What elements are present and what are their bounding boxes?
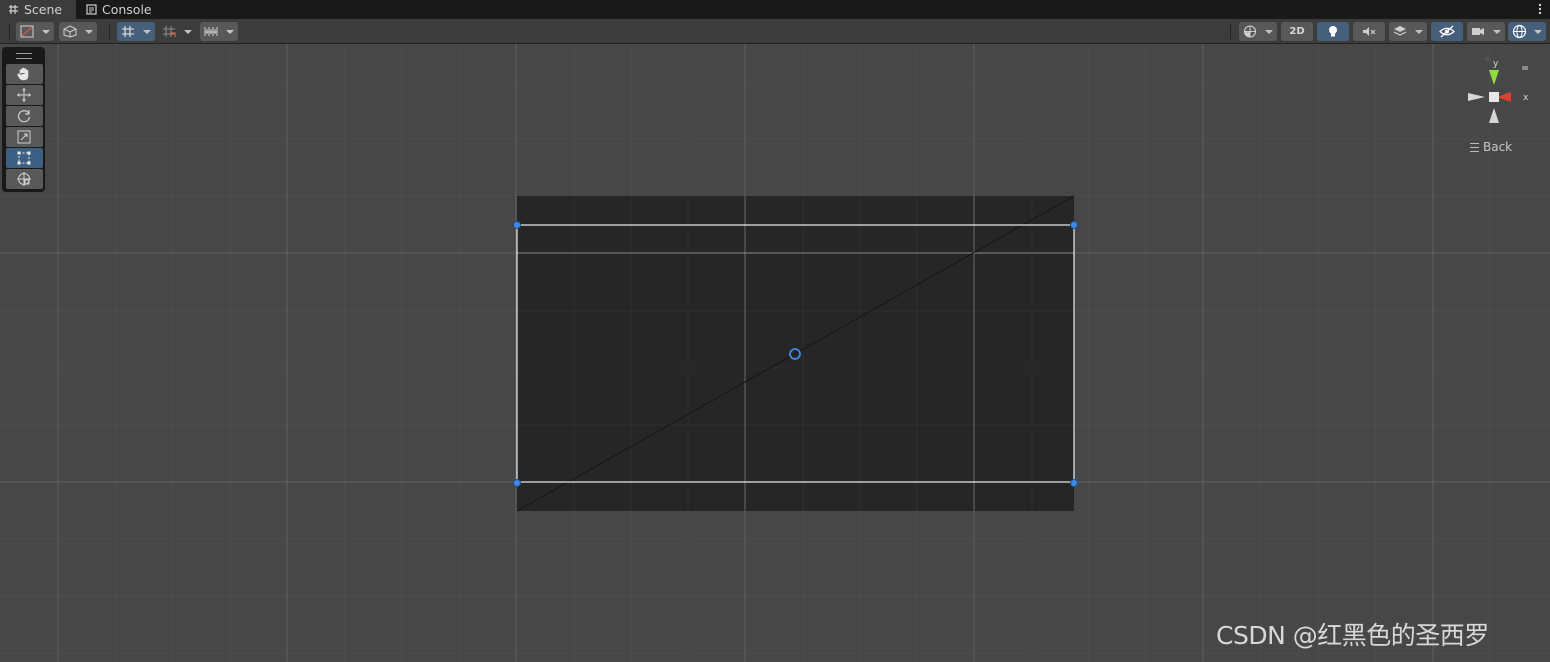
move-tool-button[interactable] [6,85,43,105]
scene-visibility-button[interactable] [1431,22,1463,41]
tab-console-label: Console [102,2,152,17]
rotate-icon [17,110,31,123]
gizmo-x-axis[interactable] [1497,92,1511,102]
toolbar-separator [109,24,110,39]
menu-lines-icon [1470,142,1479,152]
watermark: CSDN @红黑色的圣西罗 [1216,621,1489,650]
gizmo-neg-y-axis[interactable] [1489,108,1499,123]
rect-tool-button[interactable] [6,148,43,168]
transform-tool-button[interactable] [6,169,43,189]
move-arrows-icon [17,88,31,102]
grid-icon [9,5,18,14]
tab-console[interactable]: Console [84,0,152,19]
increment-snap-icon [163,26,176,37]
hidden-eye-icon [1439,25,1455,38]
effects-layers-icon [1393,26,1407,36]
lighting-toggle-button[interactable] [1317,22,1349,41]
cube-icon [63,25,77,38]
increment-snap-button[interactable] [158,22,196,41]
orientation-gizmo[interactable]: y x [1462,56,1534,128]
gizmos-button[interactable] [1508,22,1546,41]
shading-sphere-icon [1243,25,1257,38]
gizmo-y-axis[interactable] [1489,70,1499,85]
toolbar-separator [1230,24,1231,39]
gizmo-grip [1485,57,1489,61]
scale-tool-button[interactable] [6,127,43,147]
rect-handle-bottom-right[interactable] [1070,479,1078,487]
scene-canvas [0,44,1550,662]
audio-toggle-button[interactable] [1353,22,1385,41]
ruler-icon [204,27,218,36]
rect-transform-icon [17,151,31,165]
lightbulb-icon [1329,26,1337,37]
render-mode-button[interactable] [59,22,97,41]
grid-snap-button[interactable] [117,22,155,41]
gizmo-view-label[interactable]: Back [1470,140,1512,154]
tab-scene-label: Scene [24,2,63,17]
gizmo-y-label: y [1493,59,1499,69]
rect-handle-bottom-left[interactable] [513,479,521,487]
audio-mute-icon [1363,27,1376,36]
camera-button[interactable] [1467,22,1505,41]
gizmo-view-text: Back [1483,140,1513,154]
scale-icon [17,130,31,144]
gizmo-lock-icon[interactable] [1522,66,1528,70]
hand-icon [17,67,29,81]
gizmo-neg-x-axis[interactable] [1468,93,1485,101]
camera-icon [1472,28,1484,35]
transform-icon [17,172,31,186]
scene-toolbar: 2D [0,19,1550,44]
tab-scene[interactable]: Scene [0,0,76,19]
rect-handle-top-right[interactable] [1070,221,1078,229]
toggle-2d-label: 2D [1289,26,1305,37]
rotate-tool-button[interactable] [6,106,43,126]
draw-mode-icon [20,25,34,38]
more-options-icon[interactable] [1538,2,1542,16]
effects-button[interactable] [1389,22,1427,41]
ruler-button[interactable] [200,22,238,41]
gizmo-center-cube[interactable] [1489,92,1499,102]
toolbar-separator [9,24,10,39]
scene-viewport[interactable] [0,44,1550,662]
draw-mode-button[interactable] [16,22,54,41]
shading-button[interactable] [1239,22,1277,41]
palette-grip[interactable] [16,53,32,59]
console-icon [86,4,97,15]
hand-tool-button[interactable] [6,64,43,84]
toggle-2d-button[interactable]: 2D [1281,22,1313,41]
rect-handle-top-left[interactable] [513,221,521,229]
gizmo-x-label: x [1523,93,1529,103]
tools-palette [2,47,45,192]
tab-bar: Scene Console [0,0,1550,19]
gizmos-globe-icon [1512,24,1527,39]
grid-snap-icon [122,26,134,37]
